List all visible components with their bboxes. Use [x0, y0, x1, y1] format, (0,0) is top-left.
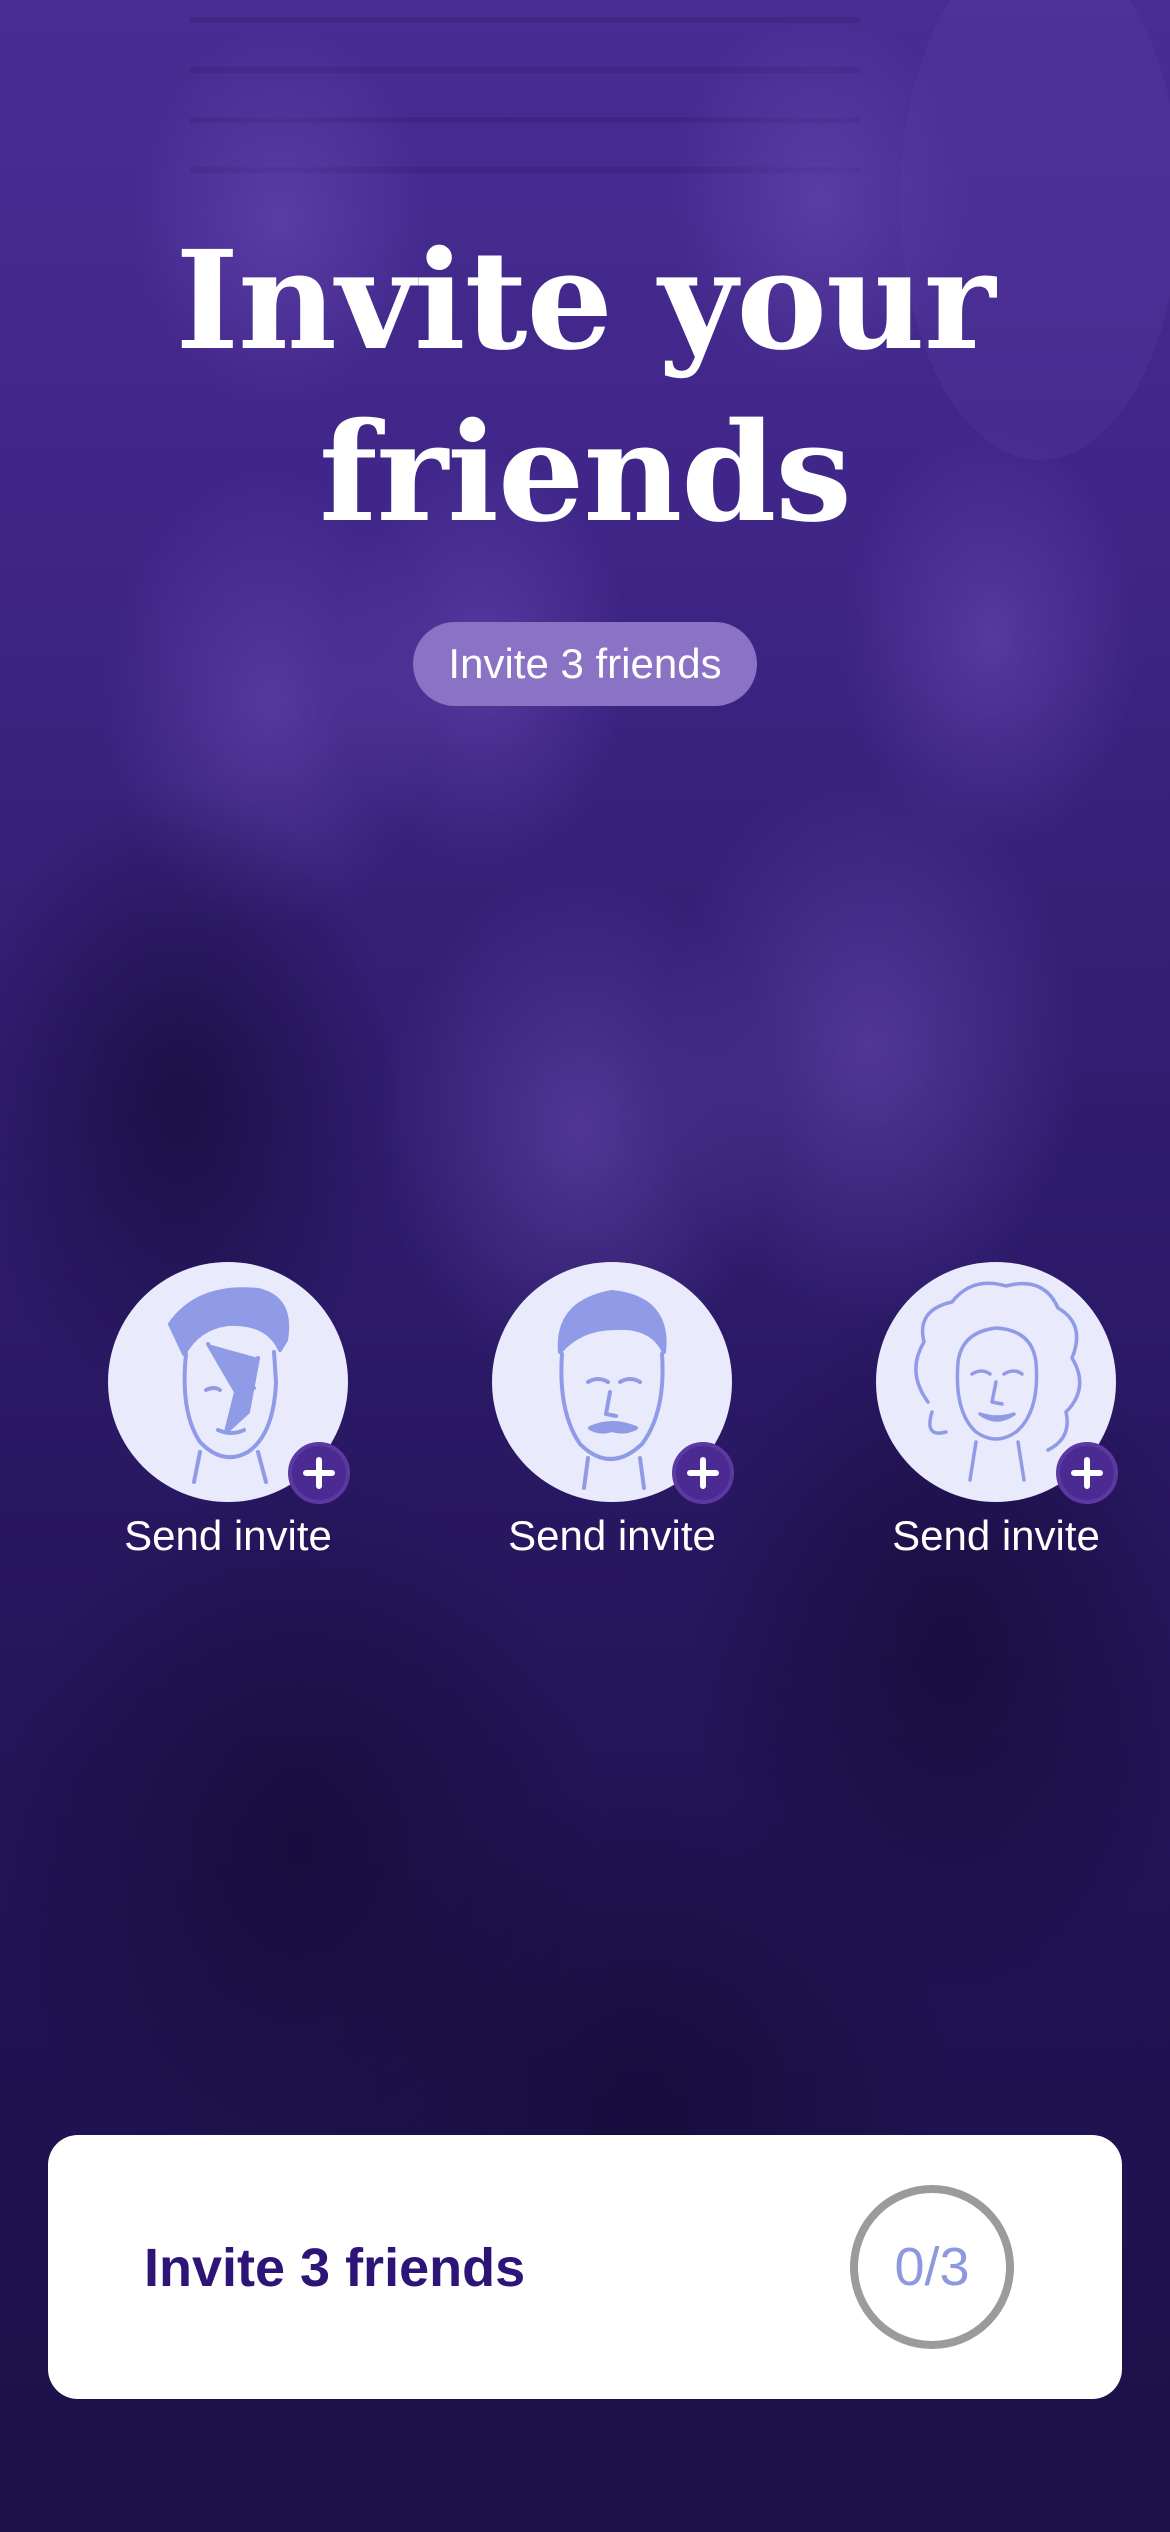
page-title-line1: Invite your [175, 221, 995, 381]
add-icon[interactable] [1056, 1442, 1118, 1504]
send-invite-label[interactable]: Send invite [846, 1512, 1146, 1560]
send-invite-label[interactable]: Send invite [78, 1512, 378, 1560]
add-icon[interactable] [288, 1442, 350, 1504]
send-invite-label[interactable]: Send invite [462, 1512, 762, 1560]
invite-slot-1[interactable]: Send invite [108, 1262, 350, 1592]
invite-progress-label: Invite 3 friends [144, 2238, 526, 2298]
page-title: Invite your friends [0, 215, 1170, 559]
add-icon[interactable] [672, 1442, 734, 1504]
invite-count-badge: Invite 3 friends [413, 622, 757, 706]
invite-slot-3[interactable]: Send invite [876, 1262, 1118, 1592]
progress-counter: 0/3 [850, 2185, 1014, 2349]
invite-screen: Invite your friends Invite 3 friends Sen… [0, 0, 1170, 2532]
invite-progress-card[interactable]: Invite 3 friends 0/3 [48, 2135, 1122, 2399]
invite-slot-2[interactable]: Send invite [492, 1262, 734, 1592]
page-title-line2: friends [319, 393, 852, 553]
